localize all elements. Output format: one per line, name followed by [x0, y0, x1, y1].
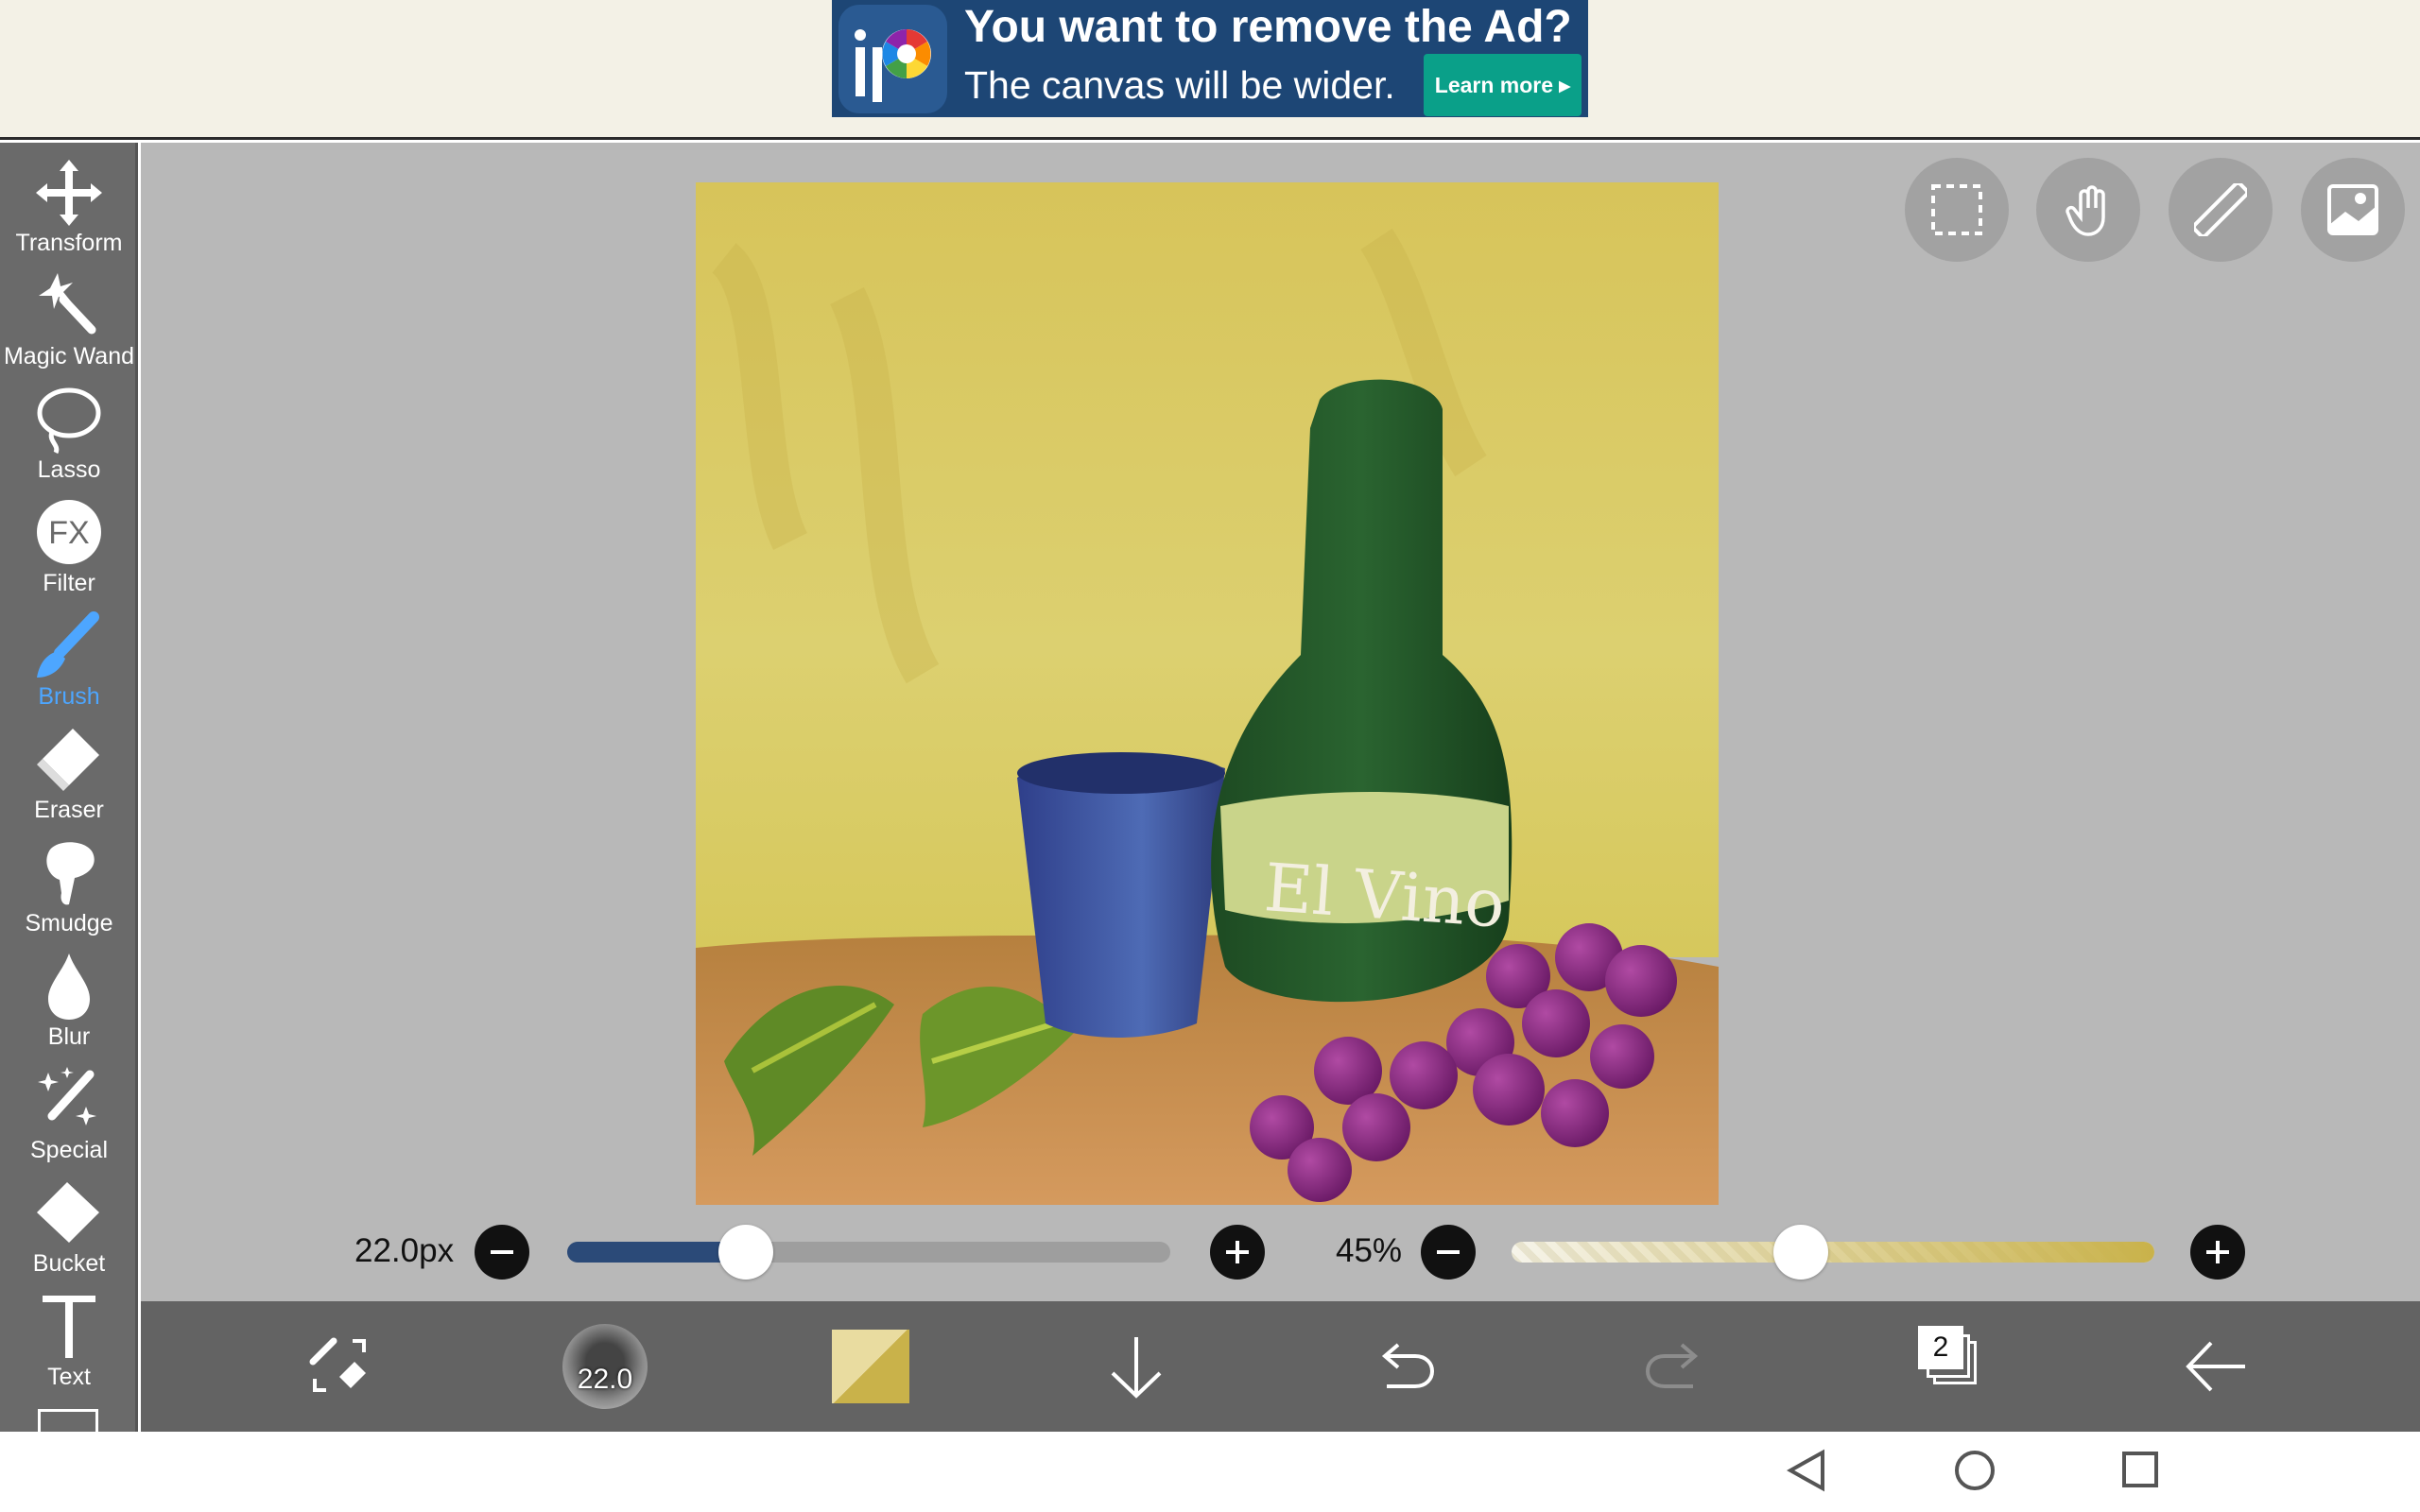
- tool-filter[interactable]: FX Filter: [0, 498, 138, 610]
- ad-banner[interactable]: You want to remove the Ad? The canvas wi…: [832, 0, 1588, 117]
- ruler-button[interactable]: [2169, 158, 2273, 262]
- hand-icon: [2066, 185, 2105, 236]
- nav-home-icon[interactable]: [1953, 1449, 1996, 1492]
- minus-icon: [491, 1250, 513, 1254]
- plus-icon: [1226, 1241, 1249, 1263]
- tool-label: Brush: [38, 683, 100, 710]
- ad-title: You want to remove the Ad?: [964, 2, 1572, 52]
- tool-label: Bucket: [32, 1250, 106, 1277]
- tool-magic-wand[interactable]: Magic Wand: [0, 271, 138, 383]
- tool-smudge[interactable]: Smudge: [0, 838, 138, 950]
- svg-text:FX: FX: [48, 515, 89, 551]
- brush-size-handle[interactable]: [717, 1225, 773, 1280]
- tool-label: Lasso: [37, 456, 101, 483]
- magic-wand-icon: [39, 273, 96, 335]
- nav-back-icon[interactable]: [1787, 1449, 1828, 1492]
- selection-button[interactable]: [1905, 158, 2009, 262]
- plus-icon: [2206, 1241, 2229, 1263]
- tool-label: Blur: [47, 1023, 91, 1050]
- tool-label: Filter: [43, 570, 95, 596]
- tool-label: Text: [47, 1364, 91, 1390]
- layers-button[interactable]: 2: [1914, 1301, 1980, 1432]
- layer-count-badge: 2: [1918, 1326, 1963, 1369]
- ad-banner-area: You want to remove the Ad? The canvas wi…: [0, 0, 2420, 140]
- tool-eraser[interactable]: Eraser: [0, 725, 138, 836]
- hand-tool-button[interactable]: [2036, 158, 2140, 262]
- ibispaint-logo-icon: [838, 4, 947, 113]
- brush-eraser-swap-icon: [309, 1337, 366, 1392]
- brush-size-slider[interactable]: [567, 1225, 1170, 1280]
- droplet-icon: [48, 954, 90, 1020]
- layer-down-button[interactable]: [1105, 1301, 1167, 1432]
- redo-icon: [1645, 1343, 1699, 1388]
- tool-label: Special: [30, 1137, 108, 1163]
- back-button[interactable]: [2183, 1301, 2249, 1432]
- tool-brush[interactable]: Brush: [0, 611, 138, 723]
- minus-icon: [1437, 1250, 1460, 1254]
- eraser-icon: [37, 729, 99, 791]
- system-nav-bar: [0, 1432, 2420, 1512]
- brush-size-decrease-button[interactable]: [475, 1225, 529, 1280]
- undo-button[interactable]: [1374, 1301, 1436, 1432]
- brush-preview-button[interactable]: 22.0: [561, 1301, 649, 1432]
- redo-button: [1644, 1301, 1706, 1432]
- color-button[interactable]: [832, 1301, 909, 1432]
- learn-more-button[interactable]: Learn more ▸: [1423, 54, 1582, 116]
- arrow-left-icon: [2186, 1341, 2245, 1392]
- sparkle-pen-icon: [38, 1067, 96, 1125]
- arrow-down-icon: [1111, 1337, 1162, 1399]
- reference-image-button[interactable]: [2301, 158, 2405, 262]
- tool-frame-icon[interactable]: [38, 1409, 98, 1432]
- drawing-canvas[interactable]: El Vino: [696, 182, 1719, 1205]
- ruler-icon: [2194, 183, 2247, 236]
- tool-swap-button[interactable]: [302, 1301, 377, 1432]
- opacity-value: 45%: [1336, 1232, 1403, 1269]
- tool-blur[interactable]: Blur: [0, 952, 138, 1063]
- current-color-swatch: [832, 1330, 909, 1403]
- tool-text[interactable]: Text: [0, 1292, 138, 1403]
- tool-label: Smudge: [25, 910, 113, 936]
- bottom-toolbar: 22.0 2: [141, 1301, 2420, 1432]
- tool-lasso[interactable]: Lasso: [0, 385, 138, 496]
- fx-icon: FX: [37, 500, 101, 564]
- opacity-gradient: [1512, 1242, 2154, 1263]
- tool-bucket[interactable]: Bucket: [0, 1178, 138, 1290]
- text-t-icon: [43, 1296, 95, 1358]
- tool-special[interactable]: Special: [0, 1065, 138, 1177]
- work-area[interactable]: El Vino 22.0px 45%: [141, 143, 2420, 1301]
- opacity-decrease-button[interactable]: [1421, 1225, 1476, 1280]
- brush-size-increase-button[interactable]: [1210, 1225, 1265, 1280]
- lasso-icon: [37, 387, 101, 455]
- nav-recents-icon[interactable]: [2121, 1451, 2159, 1488]
- bucket-icon: [37, 1182, 99, 1243]
- move-arrows-icon: [36, 160, 102, 226]
- ad-subtitle: The canvas will be wider.: [964, 63, 1395, 107]
- tool-sidebar: Transform Magic Wand Lasso FX Filter Bru…: [0, 143, 138, 1432]
- brush-size-value: 22.0px: [354, 1232, 455, 1269]
- dashed-selection-icon: [1931, 184, 1982, 235]
- brush-preview-label: 22.0: [577, 1364, 633, 1395]
- undo-icon: [1381, 1343, 1435, 1388]
- opacity-handle[interactable]: [1773, 1225, 1828, 1280]
- tool-label: Transform: [15, 230, 123, 256]
- tool-label: Magic Wand: [3, 343, 134, 369]
- opacity-increase-button[interactable]: [2190, 1225, 2245, 1280]
- tool-transform[interactable]: Transform: [0, 158, 138, 269]
- image-icon: [2327, 184, 2378, 235]
- brush-icon: [37, 611, 99, 678]
- tool-label: Eraser: [34, 797, 104, 823]
- opacity-slider[interactable]: [1512, 1225, 2154, 1280]
- smudge-icon: [46, 842, 95, 905]
